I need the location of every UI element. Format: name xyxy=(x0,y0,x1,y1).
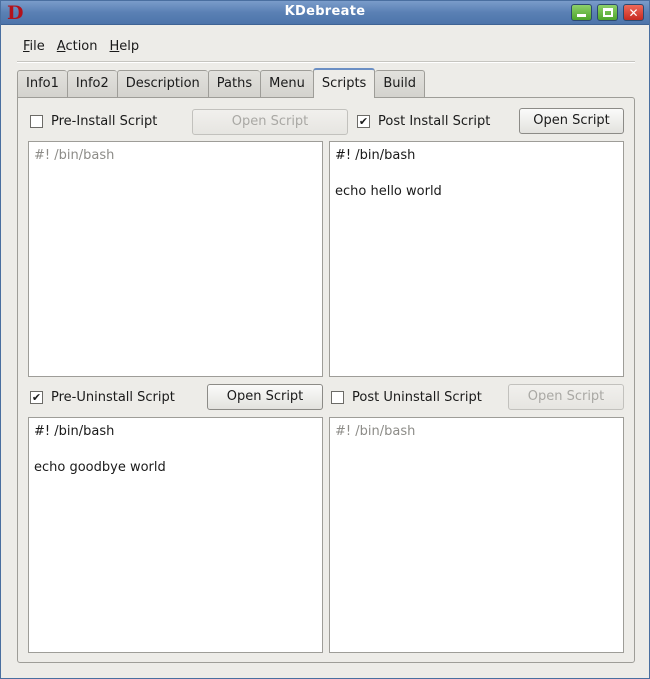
tab-info2[interactable]: Info2 xyxy=(66,70,117,98)
pre-uninstall-script-editor[interactable]: #! /bin/bash echo goodbye world xyxy=(28,417,323,653)
menu-help[interactable]: Help xyxy=(104,37,146,59)
tab-info1[interactable]: Info1 xyxy=(17,70,67,98)
tab-bar: Info1 Info2 Description Paths Menu Scrip… xyxy=(17,68,425,98)
post-uninstall-script-editor[interactable]: #! /bin/bash xyxy=(329,417,624,653)
tab-description[interactable]: Description xyxy=(116,70,208,98)
post-uninstall-checkbox[interactable] xyxy=(331,390,344,404)
menu-file[interactable]: File xyxy=(17,37,51,59)
title-bar[interactable]: D KDebreate ✕ xyxy=(1,1,649,25)
tab-scripts[interactable]: Scripts xyxy=(312,68,376,98)
post-install-script-editor[interactable]: #! /bin/bash echo hello world xyxy=(329,141,624,377)
menu-action[interactable]: Action xyxy=(51,37,104,59)
menu-action-label: ction xyxy=(65,39,98,54)
post-install-checkbox-row[interactable]: ✔ Post Install Script xyxy=(357,109,490,133)
close-icon: ✕ xyxy=(628,5,639,20)
menu-separator xyxy=(17,61,635,63)
pre-install-open-script-button[interactable]: Open Script xyxy=(192,109,348,135)
maximize-icon xyxy=(602,8,613,17)
pre-uninstall-checkbox[interactable]: ✔ xyxy=(30,390,43,404)
pre-install-checkbox[interactable] xyxy=(30,114,43,128)
pre-uninstall-label: Pre-Uninstall Script xyxy=(51,389,175,405)
post-uninstall-checkbox-row[interactable]: Post Uninstall Script xyxy=(331,385,482,409)
close-button[interactable]: ✕ xyxy=(623,4,644,21)
minimize-icon xyxy=(577,14,586,17)
pre-install-label: Pre-Install Script xyxy=(51,113,158,129)
menu-bar: File Action Help xyxy=(17,37,145,59)
pre-install-checkbox-row[interactable]: Pre-Install Script xyxy=(30,109,157,133)
post-install-open-script-button[interactable]: Open Script xyxy=(519,108,624,134)
app-window: D KDebreate ✕ File Action Help Info1 Inf… xyxy=(0,0,650,679)
minimize-button[interactable] xyxy=(571,4,592,21)
post-install-label: Post Install Script xyxy=(378,113,491,129)
pre-uninstall-open-script-button[interactable]: Open Script xyxy=(207,384,323,410)
tab-paths[interactable]: Paths xyxy=(207,70,261,98)
menu-file-label: ile xyxy=(29,39,45,54)
tab-menu[interactable]: Menu xyxy=(260,70,313,98)
post-uninstall-label: Post Uninstall Script xyxy=(352,389,482,405)
post-install-checkbox[interactable]: ✔ xyxy=(357,114,370,128)
menu-help-label: elp xyxy=(119,39,140,54)
tab-build[interactable]: Build xyxy=(375,70,425,98)
pre-install-script-editor[interactable]: #! /bin/bash xyxy=(28,141,323,377)
pre-uninstall-checkbox-row[interactable]: ✔ Pre-Uninstall Script xyxy=(30,385,175,409)
window-title: KDebreate xyxy=(284,4,366,19)
maximize-button[interactable] xyxy=(597,4,618,21)
menu-help-accel: H xyxy=(109,39,120,54)
post-uninstall-open-script-button[interactable]: Open Script xyxy=(508,384,624,410)
